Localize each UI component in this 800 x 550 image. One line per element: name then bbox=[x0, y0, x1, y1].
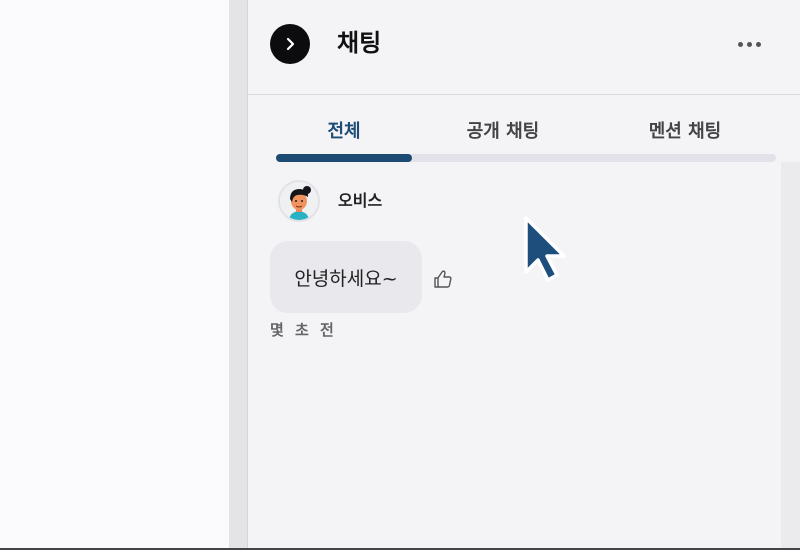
chat-header: 채팅 bbox=[248, 0, 800, 95]
tab-public-chat[interactable]: 공개 채팅 bbox=[412, 116, 594, 148]
like-button[interactable] bbox=[432, 268, 454, 290]
sender-name: 오비스 bbox=[338, 191, 383, 210]
chat-panel: 채팅 전체 공개 채팅 멘션 채팅 오비스 안녕하세요~ 몇 초 전 bbox=[248, 0, 800, 548]
scrollbar[interactable] bbox=[781, 162, 800, 548]
collapse-panel-button[interactable] bbox=[270, 24, 310, 64]
more-options-button[interactable] bbox=[734, 30, 764, 58]
message-timestamp: 몇 초 전 bbox=[270, 321, 337, 339]
message-bubble: 안녕하세요~ bbox=[270, 241, 422, 313]
more-horizontal-icon bbox=[737, 41, 743, 47]
tab-all[interactable]: 전체 bbox=[276, 116, 412, 148]
thumbs-up-icon bbox=[434, 270, 452, 288]
message-text: 안녕하세요~ bbox=[294, 267, 398, 290]
more-dot bbox=[746, 41, 752, 47]
tab-mention-chat[interactable]: 멘션 채팅 bbox=[594, 116, 776, 148]
left-blank-area bbox=[0, 0, 229, 548]
avatar[interactable] bbox=[278, 180, 320, 222]
page-title: 채팅 bbox=[337, 29, 382, 57]
message-item: 오비스 안녕하세요~ 몇 초 전 bbox=[270, 180, 670, 350]
more-dot bbox=[755, 41, 761, 47]
active-tab-indicator bbox=[276, 154, 412, 162]
panel-resize-divider[interactable] bbox=[229, 0, 247, 548]
user-avatar-icon bbox=[280, 182, 318, 220]
chat-tabs: 전체 공개 채팅 멘션 채팅 bbox=[276, 116, 776, 162]
chevron-right-icon bbox=[286, 37, 295, 51]
